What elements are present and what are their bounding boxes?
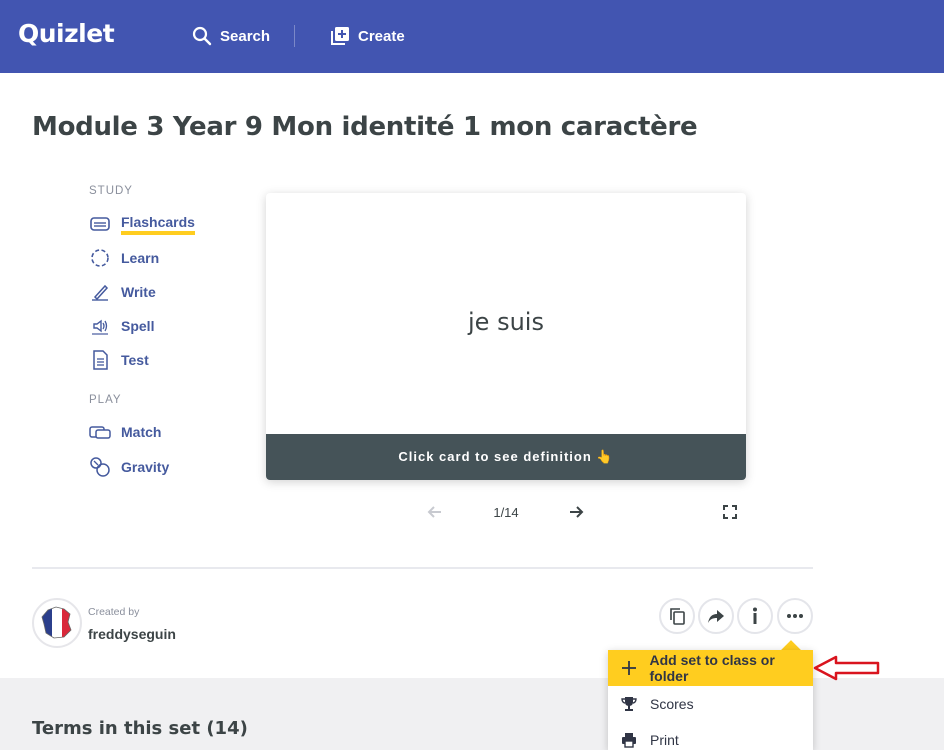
mode-learn[interactable]: Learn [89, 246, 159, 270]
mode-match[interactable]: Match [89, 420, 161, 444]
mode-label: Spell [121, 318, 155, 334]
share-button[interactable] [698, 598, 734, 634]
create-label: Create [358, 27, 405, 45]
create-icon [331, 27, 349, 45]
menu-item-label: Scores [650, 696, 694, 712]
copy-button[interactable] [659, 598, 695, 634]
search-label: Search [220, 27, 271, 45]
mode-label: Gravity [121, 459, 170, 475]
info-button[interactable] [737, 598, 773, 634]
mode-flashcards[interactable]: Flashcards [89, 212, 195, 236]
menu-item-print[interactable]: Print [608, 722, 813, 750]
spell-icon [89, 315, 111, 337]
card-counter: 1/14 [493, 505, 519, 520]
annotation-arrow-icon [813, 655, 880, 681]
write-icon [89, 281, 111, 303]
copy-icon [670, 608, 685, 625]
flashcard[interactable]: je suis Click card to see definition 👆 [266, 193, 746, 480]
flashcard-hint: Click card to see definition 👆 [266, 434, 746, 480]
menu-item-label: Print [650, 732, 679, 748]
fullscreen-button[interactable] [721, 503, 739, 521]
search-button[interactable]: Search [192, 22, 270, 50]
trophy-icon [620, 696, 638, 712]
page-title: Module 3 Year 9 Mon identité 1 mon carac… [32, 112, 698, 142]
more-icon [787, 614, 803, 618]
author-username[interactable]: freddyseguin [88, 626, 176, 642]
created-by-label: Created by [88, 606, 140, 618]
flashcard-term: je suis [468, 308, 544, 336]
quizlet-logo[interactable]: Quizlet [18, 19, 115, 48]
menu-item-scores[interactable]: Scores [608, 686, 813, 722]
mode-label: Match [121, 424, 162, 440]
fullscreen-icon [723, 505, 737, 519]
next-card-button[interactable] [567, 503, 585, 521]
share-icon [708, 610, 724, 623]
mode-label: Test [121, 352, 149, 368]
printer-icon [620, 732, 638, 748]
menu-item-add-to-class-or-folder[interactable]: Add set to class or folder [608, 650, 813, 686]
gravity-icon [89, 456, 111, 478]
arrow-left-icon [427, 506, 441, 518]
menu-item-label: Add set to class or folder [649, 652, 775, 684]
arrow-right-icon [570, 506, 584, 518]
search-icon [192, 26, 212, 46]
previous-card-button[interactable] [426, 503, 444, 521]
mode-gravity[interactable]: Gravity [89, 455, 169, 479]
study-section-label: STUDY [89, 185, 133, 197]
info-icon [753, 607, 757, 624]
create-button[interactable]: Create [330, 22, 405, 50]
test-icon [89, 349, 111, 371]
mode-spell[interactable]: Spell [89, 314, 154, 338]
nav-separator [294, 25, 295, 47]
france-map-icon [41, 606, 72, 639]
plus-icon [620, 660, 638, 676]
learn-icon [89, 247, 111, 269]
mode-label: Write [121, 284, 156, 300]
avatar[interactable] [32, 598, 82, 648]
mode-write[interactable]: Write [89, 280, 156, 304]
flashcards-icon [89, 213, 111, 235]
mode-label: Learn [121, 250, 160, 266]
top-navigation-bar: Quizlet Search Create [0, 0, 944, 73]
mode-test[interactable]: Test [89, 348, 149, 372]
match-icon [89, 421, 111, 443]
more-options-menu: Add set to class or folder Scores Print [608, 650, 813, 750]
mode-label: Flashcards [121, 214, 195, 235]
play-section-label: PLAY [89, 394, 122, 406]
more-options-button[interactable] [777, 598, 813, 634]
terms-title: Terms in this set (14) [32, 718, 248, 739]
section-divider [32, 567, 813, 569]
